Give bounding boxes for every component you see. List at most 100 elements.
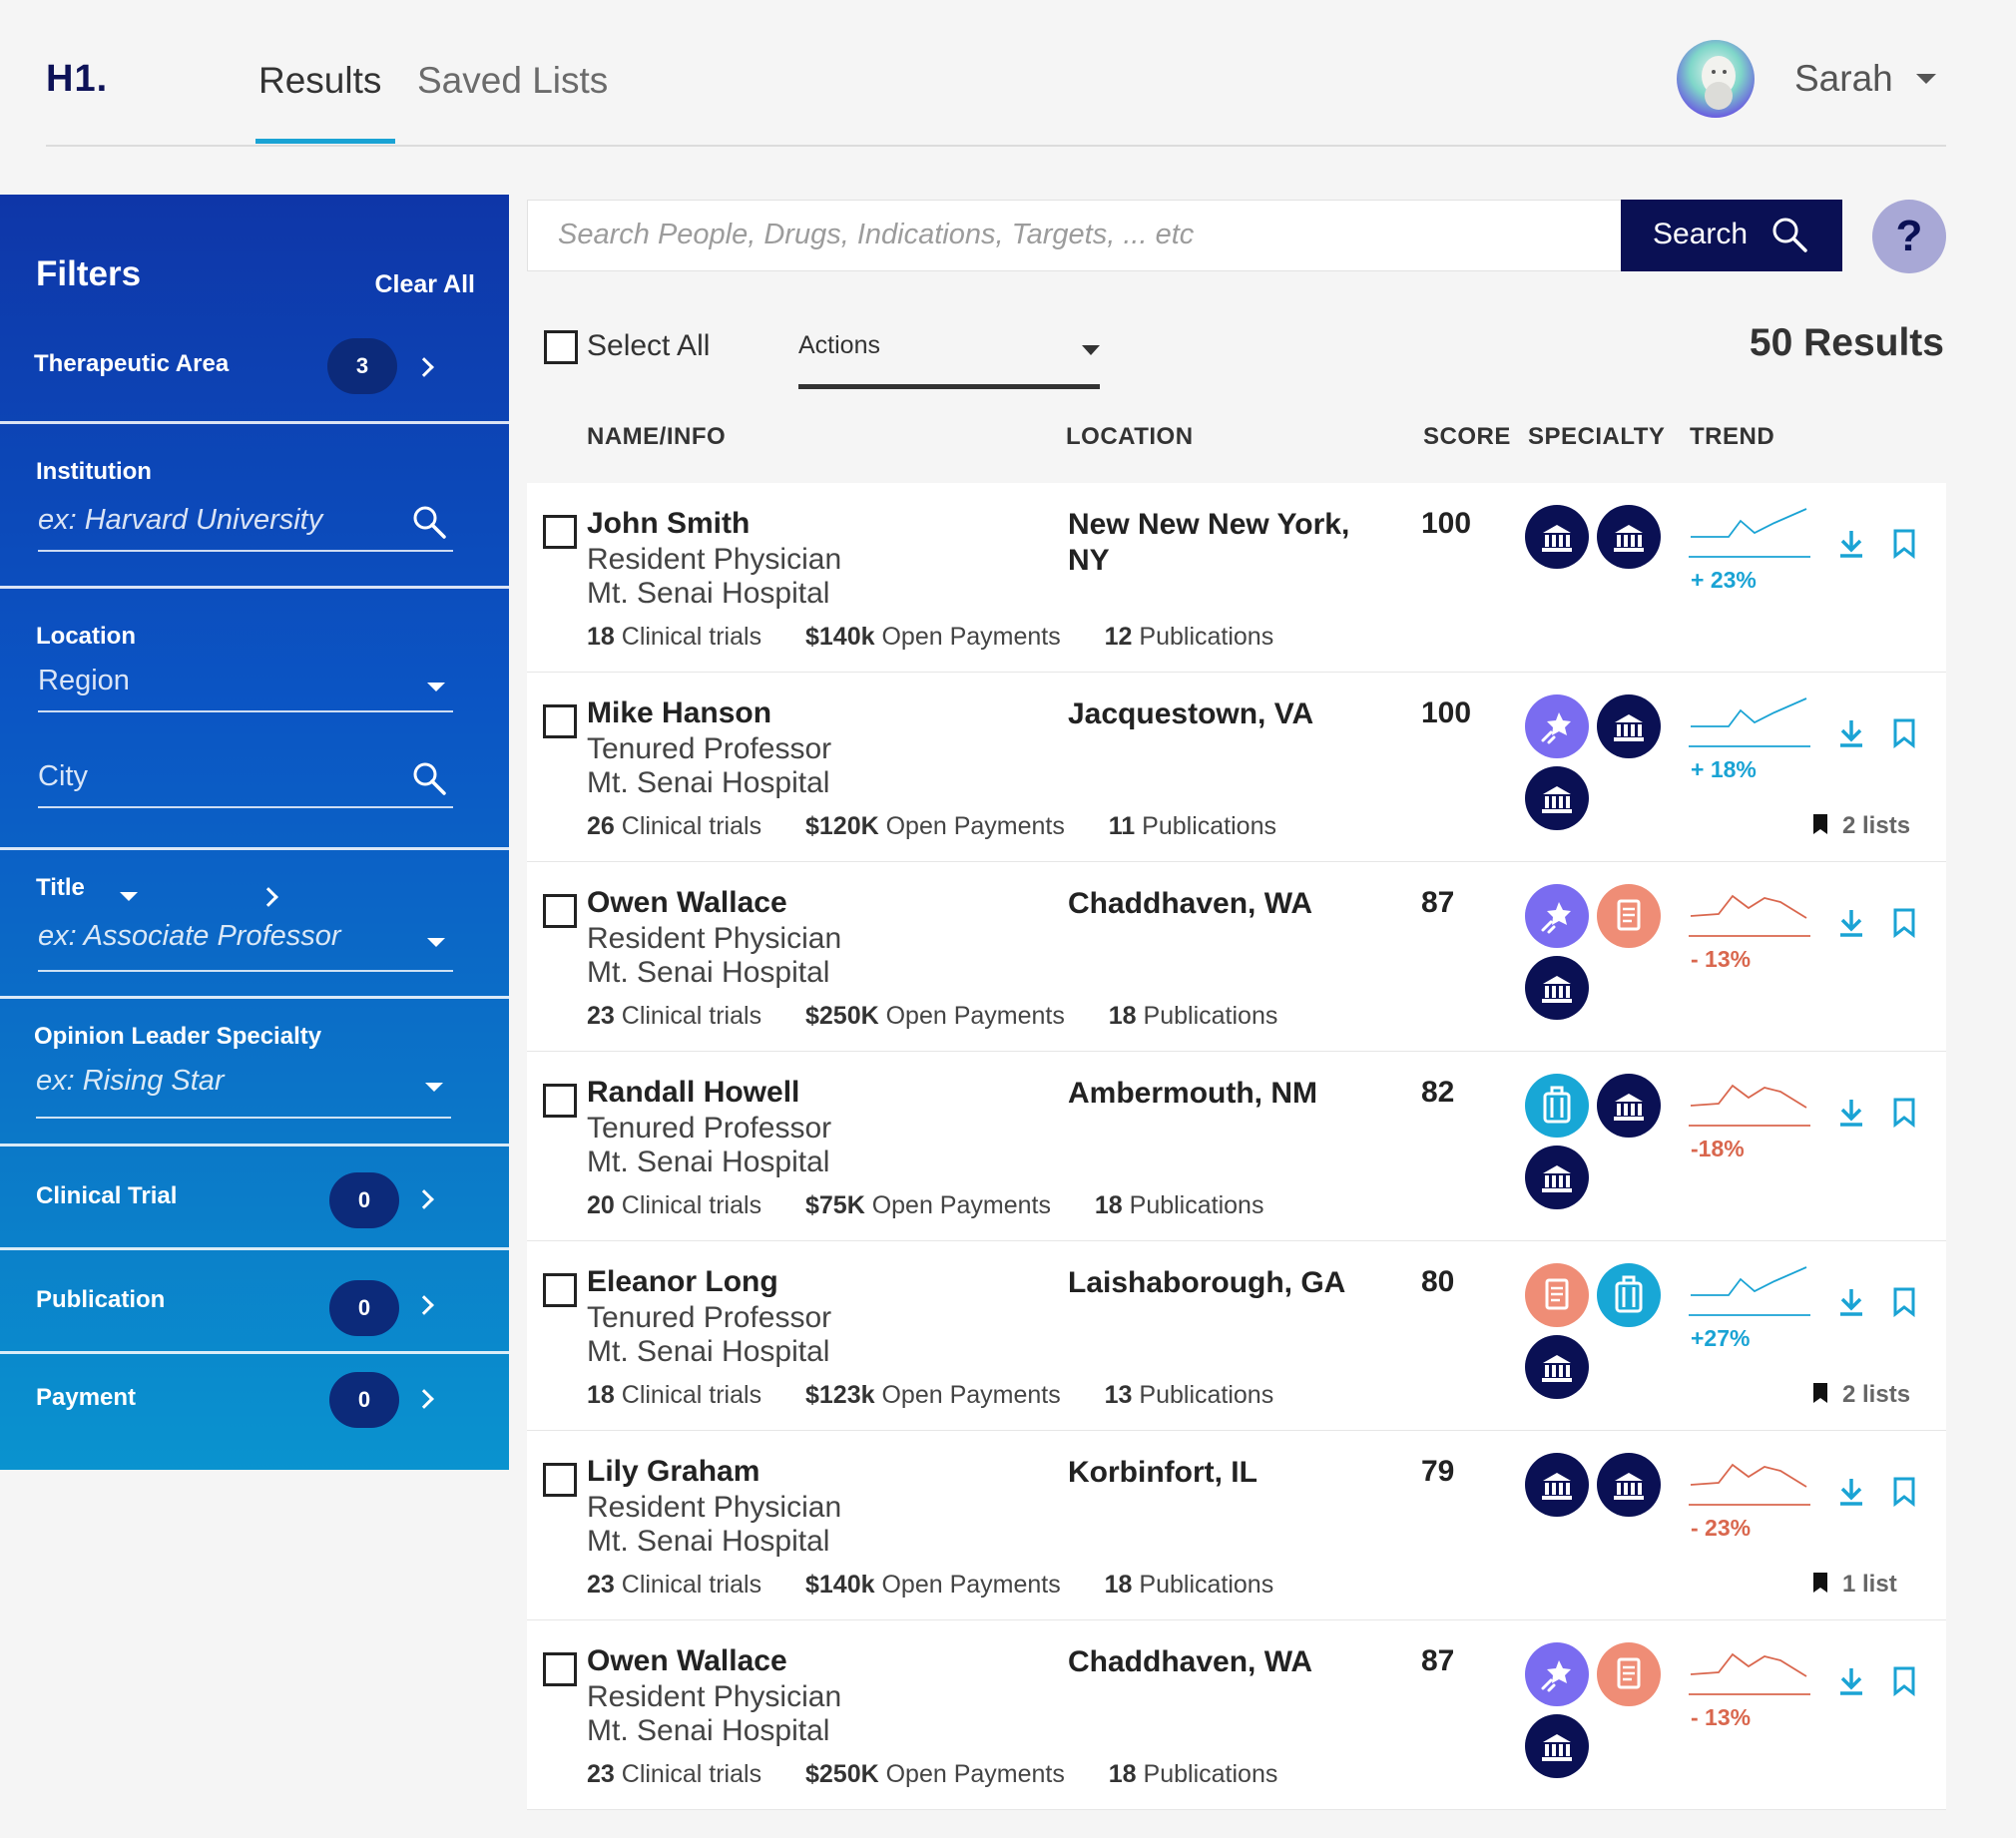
bookmark-icon[interactable] <box>1892 1477 1916 1507</box>
select-all-label[interactable]: Select All <box>587 329 710 363</box>
person-name[interactable]: Owen Wallace <box>587 886 787 920</box>
bookmark-icon[interactable] <box>1892 1287 1916 1317</box>
bookmark-icon[interactable] <box>1892 1666 1916 1696</box>
help-button[interactable]: ? <box>1872 200 1946 273</box>
column-header-specialty[interactable]: SPECIALTY <box>1528 423 1665 451</box>
bookmark-icon[interactable] <box>1892 718 1916 748</box>
person-location: Jacquestown, VA <box>1068 697 1314 730</box>
institution-input[interactable]: ex: Harvard University <box>38 500 453 552</box>
person-name[interactable]: Mike Hanson <box>587 696 771 730</box>
user-menu-caret-icon[interactable] <box>1916 74 1936 84</box>
saved-lists-indicator[interactable]: 2 lists <box>1812 1381 1910 1409</box>
person-score: 82 <box>1421 1076 1455 1109</box>
download-icon[interactable] <box>1838 1477 1864 1507</box>
title-select-caret-icon <box>427 938 445 947</box>
saved-lists-indicator[interactable]: 2 lists <box>1812 812 1910 840</box>
table-row[interactable]: John Smith Resident Physician Mt. Senai … <box>527 483 1946 673</box>
search-icon[interactable] <box>411 504 447 540</box>
row-checkbox[interactable] <box>543 704 577 738</box>
region-select[interactable]: Region <box>38 661 453 712</box>
user-name[interactable]: Sarah <box>1794 58 1893 100</box>
column-header-trend[interactable]: TREND <box>1690 423 1774 451</box>
person-score: 100 <box>1421 696 1472 729</box>
institution-icon <box>1525 766 1589 830</box>
tab-results[interactable]: Results <box>258 60 381 102</box>
app-logo[interactable]: H1. <box>46 58 108 101</box>
person-score: 87 <box>1421 886 1455 919</box>
search-input[interactable]: Search People, Drugs, Indications, Targe… <box>527 200 1623 271</box>
row-checkbox[interactable] <box>543 1084 577 1118</box>
avatar[interactable] <box>1677 40 1755 118</box>
region-value: Region <box>38 665 130 696</box>
person-location: Laishaborough, GA <box>1068 1266 1346 1299</box>
title-select[interactable]: ex: Associate Professor <box>38 916 453 972</box>
payment-chevron-icon[interactable] <box>414 1389 434 1409</box>
search-button-label: Search <box>1653 218 1749 250</box>
table-row[interactable]: Owen Wallace Resident Physician Mt. Sena… <box>527 862 1946 1052</box>
therapeutic-area-chevron-icon[interactable] <box>414 357 434 377</box>
download-icon[interactable] <box>1838 1098 1864 1128</box>
clinical-trials-count: 23 <box>587 1002 615 1030</box>
person-name[interactable]: John Smith <box>587 507 750 541</box>
therapeutic-area-label[interactable]: Therapeutic Area <box>34 350 229 378</box>
filters-header-section: Filters Clear All Therapeutic Area 3 <box>0 195 509 424</box>
clinical-trial-chevron-icon[interactable] <box>414 1189 434 1209</box>
clear-all-button[interactable]: Clear All <box>374 270 475 299</box>
column-header-score[interactable]: SCORE <box>1423 423 1511 451</box>
open-payments-label: Open Payments <box>881 623 1061 651</box>
person-stats: 23 Clinical trials $250K Open Payments 1… <box>587 1760 1277 1789</box>
star-icon <box>1525 694 1589 758</box>
person-name[interactable]: Lily Graham <box>587 1455 759 1489</box>
search-icon[interactable] <box>411 760 447 796</box>
publication-filter[interactable]: Publication 0 <box>0 1250 509 1354</box>
bookmark-icon[interactable] <box>1892 908 1916 938</box>
publication-chevron-icon[interactable] <box>414 1295 434 1315</box>
filters-title: Filters <box>36 254 142 293</box>
payment-filter[interactable]: Payment 0 <box>0 1354 509 1470</box>
row-checkbox[interactable] <box>543 1273 577 1307</box>
table-row[interactable]: Randall Howell Tenured Professor Mt. Sen… <box>527 1052 1946 1241</box>
clinical-trials-label: Clinical trials <box>621 623 762 651</box>
publications-label: Publications <box>1139 1571 1274 1599</box>
title-filter: Title ex: Associate Professor <box>0 850 509 999</box>
select-all-checkbox[interactable] <box>544 330 578 364</box>
opinion-leader-select[interactable]: ex: Rising Star <box>36 1061 451 1119</box>
person-name[interactable]: Owen Wallace <box>587 1644 787 1678</box>
saved-lists-indicator[interactable]: 1 list <box>1812 1571 1897 1599</box>
row-checkbox[interactable] <box>543 1652 577 1686</box>
bookmark-icon[interactable] <box>1892 529 1916 559</box>
person-name[interactable]: Randall Howell <box>587 1076 799 1110</box>
title-caret-icon[interactable] <box>120 892 138 901</box>
row-checkbox[interactable] <box>543 515 577 549</box>
download-icon[interactable] <box>1838 1287 1864 1317</box>
row-checkbox[interactable] <box>543 1463 577 1497</box>
publications-count: 11 <box>1108 812 1136 840</box>
download-icon[interactable] <box>1838 529 1864 559</box>
search-button[interactable]: Search <box>1621 200 1842 271</box>
table-row[interactable]: Mike Hanson Tenured Professor Mt. Senai … <box>527 673 1946 862</box>
title-placeholder: ex: Associate Professor <box>38 920 341 952</box>
star-icon <box>1525 884 1589 948</box>
download-icon[interactable] <box>1838 1666 1864 1696</box>
clinical-trial-filter[interactable]: Clinical Trial 0 <box>0 1147 509 1250</box>
row-checkbox[interactable] <box>543 894 577 928</box>
publications-label: Publications <box>1129 1191 1264 1219</box>
person-name[interactable]: Eleanor Long <box>587 1265 778 1299</box>
trend-value: - 13% <box>1691 1704 1752 1730</box>
column-header-location[interactable]: LOCATION <box>1066 423 1194 451</box>
table-row[interactable]: Owen Wallace Resident Physician Mt. Sena… <box>527 1620 1946 1810</box>
actions-dropdown[interactable]: Actions <box>798 331 1100 389</box>
actions-label: Actions <box>798 331 880 359</box>
table-row[interactable]: Eleanor Long Tenured Professor Mt. Senai… <box>527 1241 1946 1431</box>
person-institution: Mt. Senai Hospital <box>587 766 830 799</box>
bookmark-icon[interactable] <box>1892 1098 1916 1128</box>
person-location: Korbinfort, IL <box>1068 1456 1258 1489</box>
city-input[interactable]: City <box>38 756 453 808</box>
title-chevron-icon[interactable] <box>258 887 278 907</box>
download-icon[interactable] <box>1838 908 1864 938</box>
location-label: Location <box>36 623 136 650</box>
tab-saved-lists[interactable]: Saved Lists <box>417 60 608 102</box>
table-row[interactable]: Lily Graham Resident Physician Mt. Senai… <box>527 1431 1946 1620</box>
download-icon[interactable] <box>1838 718 1864 748</box>
column-header-name[interactable]: NAME/INFO <box>587 423 726 451</box>
